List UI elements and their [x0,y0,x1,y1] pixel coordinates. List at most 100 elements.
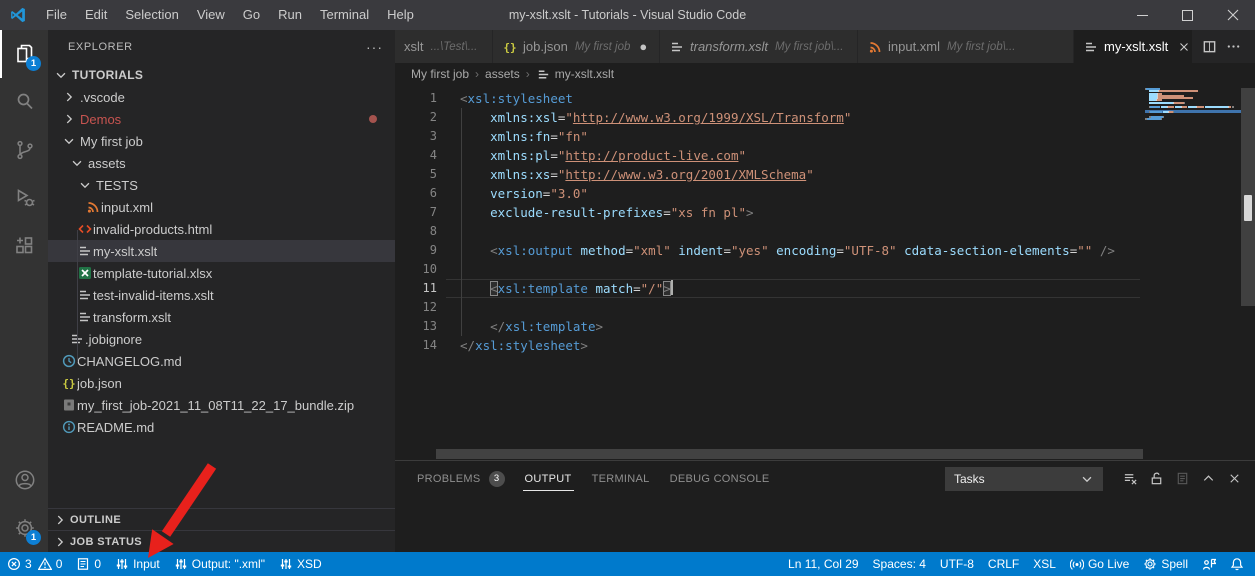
tab-xslt[interactable]: xslt...\Test\... [395,30,492,63]
tree-item-my-first-job-2021-11-08t11-22-17-bundle-zip[interactable]: my_first_job-2021_11_08T11_22_17_bundle.… [48,394,395,416]
chevron-down-icon [61,133,77,149]
code-line-9[interactable]: 9 <xsl:output method="xml" indent="yes" … [395,241,1255,260]
code-line-2[interactable]: 2 xmlns:xsl="http://www.w3.org/1999/XSL/… [395,108,1255,127]
more-actions-icon[interactable] [1221,35,1245,59]
status-xsd[interactable]: XSD [272,552,329,576]
maximize-panel-button[interactable] [1195,466,1221,492]
tree-item-jobignore[interactable]: .jobignore [48,328,395,350]
sidebar-section-outline[interactable]: OUTLINE [48,508,395,530]
tree-folder-demos[interactable]: Demos [48,108,395,130]
activity-run-debug-icon[interactable] [0,174,48,222]
breadcrumb-assets[interactable]: assets [485,67,520,81]
tab-job-json[interactable]: {}job.jsonMy first job● [493,30,659,63]
code-line-4[interactable]: 4 xmlns:pl="http://product-live.com" [395,146,1255,165]
panel-tab-problems[interactable]: PROBLEMS3 [415,461,507,496]
status-text: Go Live [1088,557,1129,571]
menu-run[interactable]: Run [269,0,311,30]
tree-item-test-invalid-items-xslt[interactable]: test-invalid-items.xslt [48,284,395,306]
status-counter[interactable]: 0 [69,552,108,576]
code-line-6[interactable]: 6 version="3.0" [395,184,1255,203]
status-eol[interactable]: CRLF [981,552,1026,576]
activity-account-icon[interactable] [0,456,48,504]
panel-tab-output[interactable]: OUTPUT [523,461,574,496]
status-go-live[interactable]: Go Live [1063,552,1136,576]
status-spell[interactable]: Spell [1136,552,1195,576]
breadcrumb-my-xslt-xslt[interactable]: my-xslt.xslt [536,67,614,82]
breadcrumb-my-first-job[interactable]: My first job [411,67,469,81]
split-editor-icon[interactable] [1197,35,1221,59]
minimap[interactable] [1145,88,1241,460]
code-editor[interactable]: 1<xsl:stylesheet2 xmlns:xsl="http://www.… [395,85,1255,460]
info-file-icon [61,419,77,435]
vertical-scrollbar[interactable] [1241,85,1255,460]
status-problems[interactable]: 30 [0,552,69,576]
status-feedback[interactable] [1195,552,1223,576]
close-panel-button[interactable] [1221,466,1247,492]
tree-item-transform-xslt[interactable]: transform.xslt [48,306,395,328]
tab-input-xml[interactable]: input.xmlMy first job\... [858,30,1073,63]
code-line-13[interactable]: 13 </xsl:template> [395,317,1255,336]
tree-item-input-xml[interactable]: input.xml [48,196,395,218]
tab-label: transform.xslt [690,39,768,54]
status-cursor-position[interactable]: Ln 11, Col 29 [781,552,866,576]
menu-selection[interactable]: Selection [116,0,187,30]
panel-tab-debug-console[interactable]: DEBUG CONSOLE [668,461,772,496]
code-line-10[interactable]: 10 [395,260,1255,279]
activity-search-icon[interactable] [0,78,48,126]
modified-dot-icon[interactable]: ● [639,39,647,54]
code-line-11[interactable]: 11 <xsl:template match="/"> [395,279,1255,298]
code-line-7[interactable]: 7 exclude-result-prefixes="xs fn pl"> [395,203,1255,222]
code-line-14[interactable]: 14</xsl:stylesheet> [395,336,1255,355]
activity-settings-icon[interactable]: 1 [0,504,48,552]
tree-folder-assets[interactable]: assets [48,152,395,174]
status-text: UTF-8 [940,557,974,571]
menu-edit[interactable]: Edit [76,0,116,30]
tree-item-changelog-md[interactable]: CHANGELOG.md [48,350,395,372]
tree-folder-tests[interactable]: TESTS [48,174,395,196]
output-channel-dropdown[interactable]: Tasks [945,467,1103,491]
tree-item-template-tutorial-xlsx[interactable]: template-tutorial.xlsx [48,262,395,284]
code-line-5[interactable]: 5 xmlns:xs="http://www.w3.org/2001/XMLSc… [395,165,1255,184]
tree-folder-tutorials[interactable]: TUTORIALS [48,64,395,86]
activity-explorer-icon[interactable]: 1 [0,30,48,78]
status-indentation[interactable]: Spaces: 4 [866,552,933,576]
clear-output-button[interactable] [1117,466,1143,492]
breadcrumb[interactable]: My first job›assets›my-xslt.xslt [395,63,1255,85]
status-notifications[interactable] [1223,552,1251,576]
tree-item-readme-md[interactable]: README.md [48,416,395,438]
close-window-button[interactable] [1210,0,1255,30]
code-line-1[interactable]: 1<xsl:stylesheet [395,89,1255,108]
menu-file[interactable]: File [37,0,76,30]
tree-item-job-json[interactable]: {}job.json [48,372,395,394]
menu-go[interactable]: Go [234,0,269,30]
code-line-3[interactable]: 3 xmlns:fn="fn" [395,127,1255,146]
status-input[interactable]: Input [108,552,167,576]
tree-item-my-xslt-xslt[interactable]: my-xslt.xslt [48,240,395,262]
sidebar-section-job-status[interactable]: JOB STATUS [48,530,395,552]
minimize-button[interactable] [1120,0,1165,30]
code-line-8[interactable]: 8 [395,222,1255,241]
status-language-mode[interactable]: XSL [1026,552,1063,576]
panel-tab-terminal[interactable]: TERMINAL [590,461,652,496]
activity-extensions-icon[interactable] [0,222,48,270]
unlock-button[interactable] [1143,466,1169,492]
horizontal-scrollbar[interactable] [436,449,1143,459]
tree-folder-my-first-job[interactable]: My first job [48,130,395,152]
maximize-button[interactable] [1165,0,1210,30]
status-output[interactable]: Output: ".xml" [167,552,272,576]
status-encoding[interactable]: UTF-8 [933,552,981,576]
sidebar-more-actions-icon[interactable]: ··· [366,39,383,55]
tab-my-xslt-xslt[interactable]: my-xslt.xslt [1074,30,1192,63]
line-number: 9 [395,241,437,260]
tree-folder-vscode[interactable]: .vscode [48,86,395,108]
code-line-12[interactable]: 12 [395,298,1255,317]
menu-help[interactable]: Help [378,0,423,30]
tree-item-invalid-products-html[interactable]: invalid-products.html [48,218,395,240]
menu-view[interactable]: View [188,0,234,30]
close-tab-icon[interactable] [1177,39,1191,55]
open-log-button[interactable] [1169,466,1195,492]
menu-terminal[interactable]: Terminal [311,0,378,30]
line-number: 6 [395,184,437,203]
activity-source-control-icon[interactable] [0,126,48,174]
tab-transform-xslt[interactable]: transform.xsltMy first job\... [660,30,857,63]
